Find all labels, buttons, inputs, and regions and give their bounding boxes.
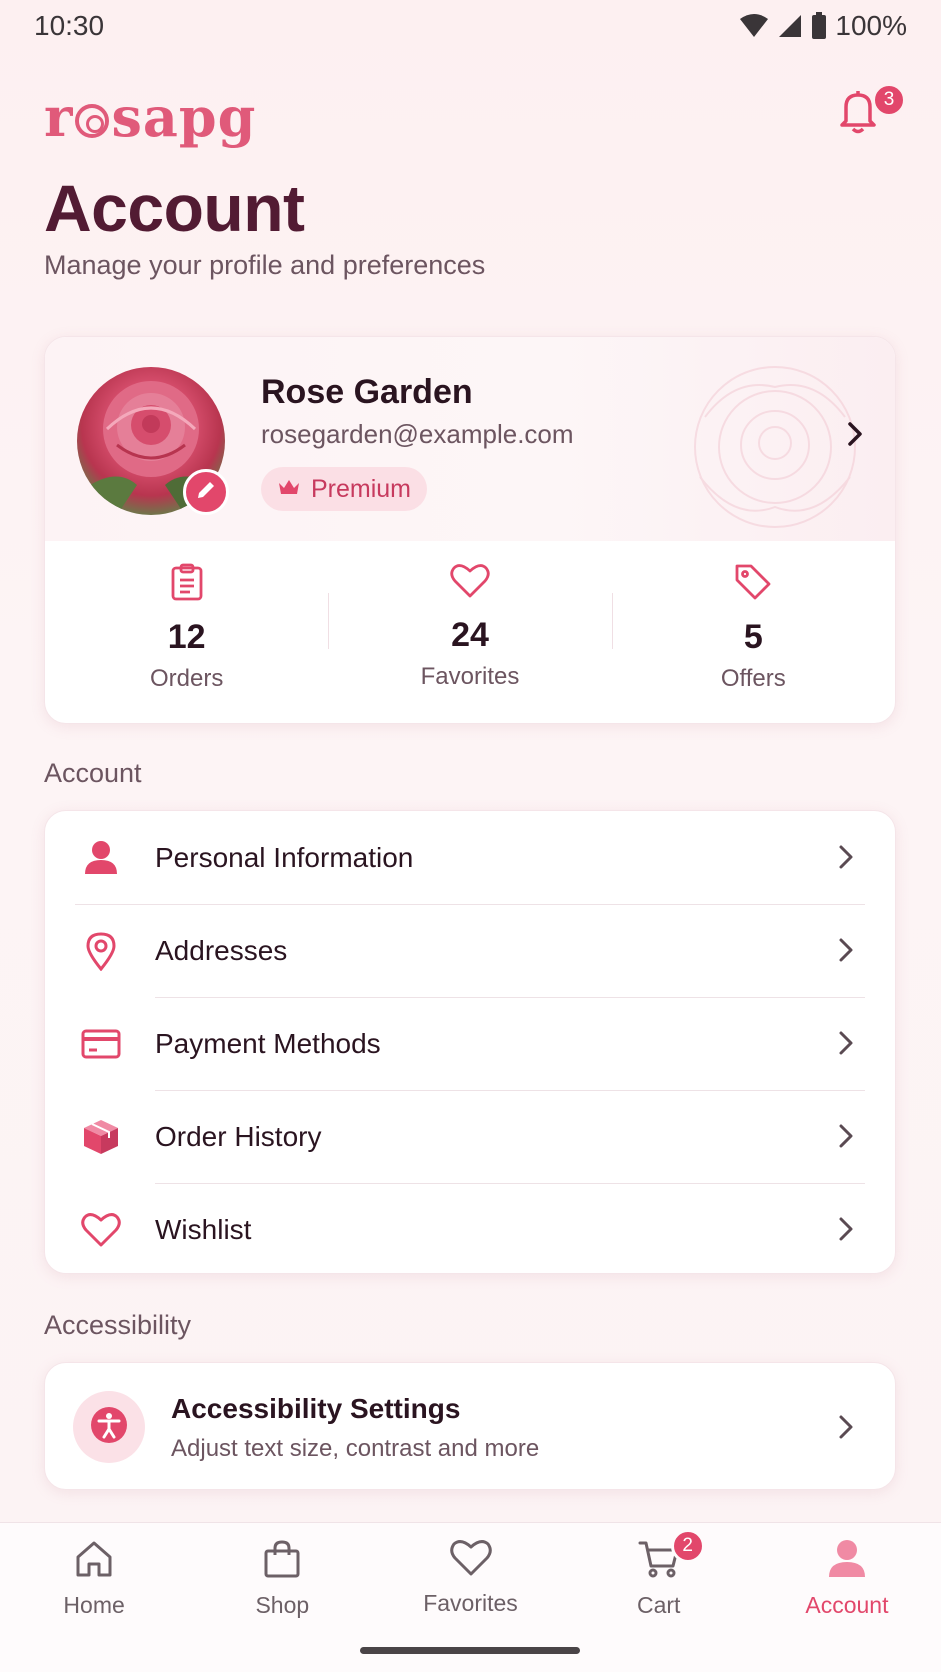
chevron-right-icon (837, 1029, 855, 1062)
heart-icon (450, 563, 490, 604)
logo-rose-mark (75, 104, 110, 138)
menu-item-order-history[interactable]: Order History (45, 1090, 895, 1183)
accessibility-settings-title: Accessibility Settings (171, 1393, 461, 1424)
profile-stats: 12 Orders 24 Favorites 5 Offers (45, 541, 895, 723)
location-pin-icon (79, 929, 123, 973)
nav-label: Shop (255, 1592, 310, 1618)
chevron-right-icon (837, 843, 855, 876)
accessibility-section-title: Accessibility (44, 1310, 192, 1340)
shopping-bag-icon (262, 1539, 302, 1584)
home-indicator[interactable] (360, 1647, 580, 1654)
stat-label: Offers (720, 665, 786, 692)
menu-item-payment-methods[interactable]: Payment Methods (45, 997, 895, 1090)
menu-item-personal-information[interactable]: Personal Information (45, 811, 895, 904)
menu-item-label: Payment Methods (155, 1027, 381, 1059)
person-icon (828, 1539, 866, 1584)
accessibility-icon (90, 1406, 128, 1449)
profile-name: Rose Garden (261, 373, 473, 411)
heart-icon (449, 1539, 492, 1582)
premium-badge: Premium (261, 467, 428, 511)
app-header: r sapg 3 (44, 82, 906, 152)
battery-percent: 100% (835, 10, 907, 41)
tag-icon (734, 563, 772, 606)
accessibility-icon-wrap (73, 1391, 145, 1463)
stat-label: Favorites (420, 663, 520, 690)
edit-avatar-button[interactable] (183, 469, 229, 515)
menu-item-label: Personal Information (155, 841, 414, 873)
status-time: 10:30 (34, 10, 105, 41)
nav-label: Favorites (423, 1590, 518, 1616)
menu-item-wishlist[interactable]: Wishlist (45, 1183, 895, 1276)
chevron-right-icon (837, 936, 855, 969)
page-title: Account (44, 171, 305, 245)
menu-item-addresses[interactable]: Addresses (45, 904, 895, 997)
home-icon (74, 1539, 114, 1584)
nav-shop[interactable]: Shop (188, 1523, 376, 1672)
notifications-button[interactable]: 3 (836, 83, 906, 147)
pencil-icon (195, 479, 217, 506)
battery-icon (811, 12, 827, 40)
stat-label: Orders (149, 665, 224, 692)
accessibility-settings-subtitle: Adjust text size, contrast and more (171, 1435, 540, 1462)
logo-text-end: sapg (111, 85, 257, 149)
nav-account[interactable]: Account (753, 1523, 941, 1672)
bell-icon (836, 91, 880, 139)
nav-label: Account (805, 1592, 889, 1618)
account-menu: Personal Information Addresses Payment M… (44, 810, 896, 1274)
package-icon (79, 1115, 123, 1159)
nav-label: Home (63, 1592, 125, 1618)
cart-badge: 2 (670, 1529, 705, 1563)
page-subtitle: Manage your profile and preferences (44, 250, 486, 280)
premium-label: Premium (311, 474, 412, 503)
logo-text-start: r (44, 85, 74, 149)
chevron-right-icon (837, 1215, 855, 1248)
stat-offers[interactable]: 5 Offers (611, 541, 895, 723)
stat-value: 5 (743, 618, 763, 656)
menu-item-label: Order History (155, 1120, 322, 1152)
clipboard-icon (170, 563, 204, 606)
status-icons: 100% (739, 10, 907, 42)
credit-card-icon (79, 1022, 123, 1066)
account-section-title: Account (44, 758, 142, 788)
accessibility-settings-item[interactable]: Accessibility Settings Adjust text size,… (44, 1362, 896, 1490)
person-icon (79, 836, 123, 880)
nav-label: Cart (636, 1592, 681, 1618)
wifi-icon (739, 13, 769, 39)
heart-icon (79, 1208, 123, 1252)
chevron-right-icon (837, 1413, 855, 1446)
notification-badge: 3 (872, 83, 906, 117)
chevron-right-icon (837, 1122, 855, 1155)
stat-favorites[interactable]: 24 Favorites (328, 541, 611, 723)
stat-value: 12 (167, 618, 206, 656)
app-logo[interactable]: r sapg (44, 85, 256, 149)
menu-item-label: Addresses (155, 934, 288, 966)
crown-icon (277, 475, 301, 504)
status-bar: 10:30 100% (0, 0, 941, 52)
nav-home[interactable]: Home (0, 1523, 188, 1672)
profile-summary[interactable]: Rose Garden rosegarden@example.com Premi… (45, 337, 895, 541)
profile-email: rosegarden@example.com (261, 419, 574, 449)
signal-icon (777, 13, 803, 39)
stat-orders[interactable]: 12 Orders (45, 541, 328, 723)
profile-card: Rose Garden rosegarden@example.com Premi… (44, 336, 896, 724)
chevron-right-icon (845, 419, 865, 454)
stat-value: 24 (451, 616, 489, 654)
menu-item-label: Wishlist (155, 1213, 252, 1245)
nav-cart[interactable]: 2 Cart (565, 1523, 753, 1672)
